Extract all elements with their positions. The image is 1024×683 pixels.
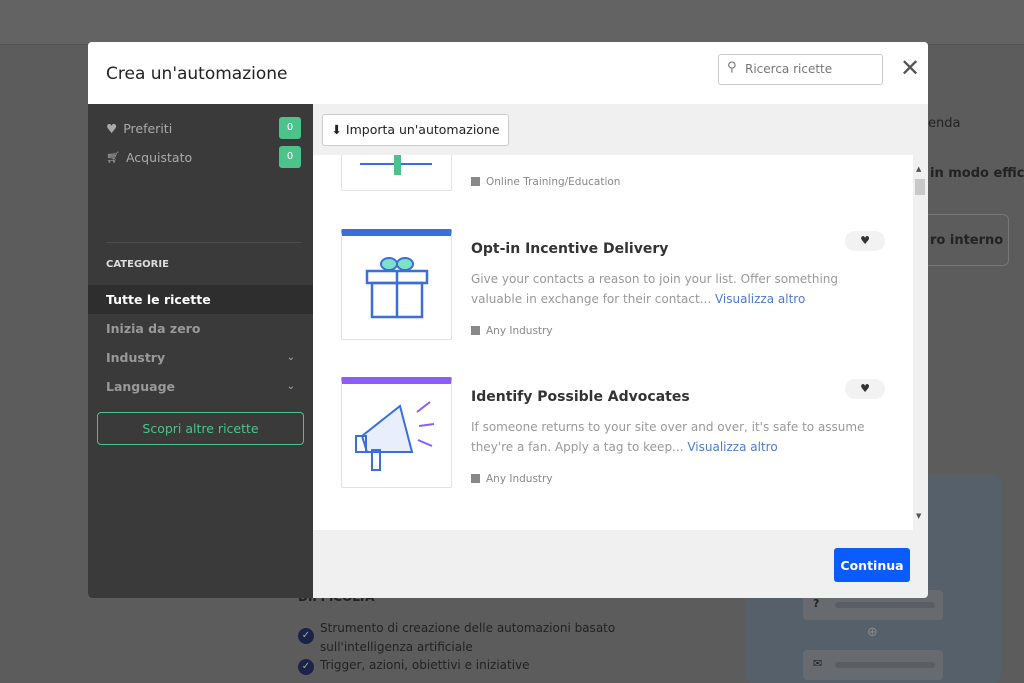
check-icon: ✓ (298, 659, 314, 675)
category-start-from-scratch[interactable]: Inizia da zero (88, 314, 313, 343)
chevron-down-icon: ⌄ (286, 381, 295, 392)
category-label: Tutte le ricette (106, 292, 211, 307)
close-icon[interactable]: ✕ (900, 54, 920, 82)
cart-icon: 🛒︎ (106, 150, 120, 164)
favorites-label: Preferiti (123, 120, 173, 136)
plus-icon: ⊕ (867, 625, 878, 640)
purchased-count-badge: 0 (279, 146, 301, 168)
scroll-down-icon[interactable]: ▼ (916, 512, 921, 520)
recipe-industry-tag: Any Industry (471, 325, 553, 337)
category-all-recipes[interactable]: Tutte le ricette (88, 285, 313, 314)
background-text: in modo efficac (930, 166, 1024, 181)
megaphone-icon (341, 377, 452, 488)
feature-text: Trigger, azioni, obiettivi e iniziative (320, 658, 530, 672)
heart-icon: ♥ (106, 120, 118, 136)
recipe-title[interactable]: Identify Possible Advocates (471, 389, 690, 405)
page-header-background (0, 0, 1024, 45)
recipe-industry-tag: Any Industry (471, 473, 553, 485)
import-label: Importa un'automazione (345, 122, 500, 137)
create-automation-modal: Crea un'automazione ⚲ ✕ ♥ Preferiti 0 🛒︎… (88, 42, 928, 598)
category-label: Industry (106, 350, 166, 365)
scrollbar[interactable]: ▲ ▼ (913, 155, 928, 530)
check-icon: ✓ (298, 628, 314, 644)
download-icon: ⬇ (331, 122, 346, 137)
gift-icon (341, 229, 452, 340)
recipe-industry-tag: Online Training/Education (471, 176, 620, 188)
category-language[interactable]: Language ⌄ (88, 372, 313, 401)
modal-title: Crea un'automazione (106, 64, 288, 84)
background-text: enda (928, 116, 961, 131)
category-label: Language (106, 379, 176, 394)
recipe-list: Online Training/Education Opt-in Incenti… (313, 155, 913, 530)
recipe-search[interactable]: ⚲ (718, 54, 883, 85)
book-icon (341, 155, 452, 191)
import-automation-button[interactable]: ⬇ Importa un'automazione (322, 114, 509, 146)
show-more-link[interactable]: Visualizza altro (715, 292, 805, 306)
category-industry[interactable]: Industry ⌄ (88, 343, 313, 372)
recipe-card[interactable]: Opt-in Incentive Delivery Give your cont… (313, 229, 913, 369)
recipe-card[interactable]: Online Training/Education (313, 155, 913, 220)
favorite-heart-icon[interactable]: ♥ (845, 231, 885, 251)
recipe-description: Give your contacts a reason to join your… (471, 272, 839, 306)
scroll-up-icon[interactable]: ▲ (916, 165, 921, 173)
search-input[interactable] (745, 62, 875, 76)
show-more-link[interactable]: Visualizza altro (687, 440, 777, 454)
industry-icon (471, 326, 480, 335)
discover-more-recipes-button[interactable]: Scopri altre ricette (97, 412, 304, 445)
recipe-description: If someone returns to your site over and… (471, 420, 865, 454)
continue-button[interactable]: Continua (834, 548, 910, 582)
recipe-title[interactable]: Opt-in Incentive Delivery (471, 241, 668, 257)
favorites-count-badge: 0 (279, 117, 301, 139)
scrollbar-thumb[interactable] (915, 179, 925, 195)
background-text: ro interno (930, 233, 1004, 248)
categories-heading: CATEGORIE (106, 259, 169, 270)
purchased-label: Acquistato (125, 149, 193, 165)
category-label: Inizia da zero (106, 321, 201, 336)
sidebar-item-purchased[interactable]: 🛒︎ Acquistato 0 (106, 146, 301, 168)
question-icon: ? (813, 597, 820, 610)
feature-text: Strumento di creazione delle automazioni… (320, 621, 616, 654)
envelope-icon: ✉ (813, 657, 823, 670)
industry-icon (471, 177, 480, 186)
favorite-heart-icon[interactable]: ♥ (845, 379, 885, 399)
recipe-card[interactable]: Identify Possible Advocates If someone r… (313, 377, 913, 517)
modal-header: Crea un'automazione ⚲ ✕ (88, 42, 928, 104)
divider (106, 242, 301, 243)
search-icon: ⚲ (727, 60, 737, 75)
industry-icon (471, 474, 480, 483)
chevron-down-icon: ⌄ (286, 352, 295, 363)
diagram-node: ✉ (803, 650, 943, 680)
sidebar: ♥ Preferiti 0 🛒︎ Acquistato 0 CATEGORIE … (88, 104, 313, 598)
sidebar-item-favorites[interactable]: ♥ Preferiti 0 (106, 117, 301, 139)
